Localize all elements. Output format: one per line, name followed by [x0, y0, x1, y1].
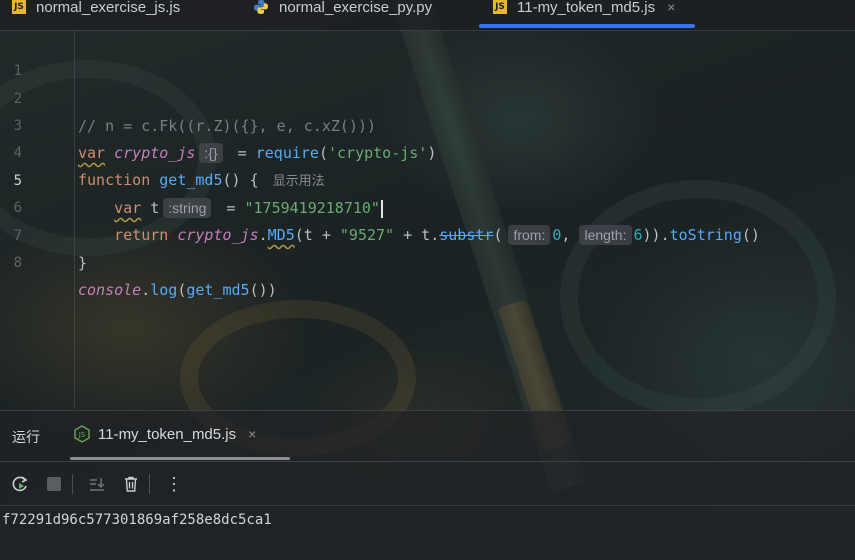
global-object: console [78, 281, 142, 299]
code-line: 6 return crypto_js.MD5(t + "9527" + t.su… [0, 168, 855, 245]
toolbar-separator [72, 474, 73, 494]
tab-normal-exercise-py[interactable]: normal_exercise_py.py [229, 0, 477, 20]
python-file-icon [254, 0, 268, 14]
svg-text:JS: JS [78, 431, 86, 439]
tab-label: normal_exercise_py.py [279, 0, 433, 16]
code-line-current: 5 var t:string = "1759419218710" [0, 141, 855, 218]
run-header: 运行 JS 11-my_token_md5.js × [0, 411, 855, 461]
code-line: 4 function get_md5() {显示用法 [0, 113, 855, 189]
divider [0, 461, 855, 462]
code-line: 1 [0, 31, 855, 79]
run-tool-window: 运行 JS 11-my_token_md5.js × ⋮ f72291d96c5… [0, 410, 855, 560]
code-token: } [78, 254, 88, 272]
line-number: 8 [13, 255, 22, 271]
run-tab-indicator [70, 457, 290, 460]
tab-11-my-token-md5[interactable]: JS 11-my_token_md5.js × [477, 0, 696, 28]
tab-label: 11-my_token_md5.js [517, 0, 656, 16]
run-tab[interactable]: JS 11-my_token_md5.js × [74, 425, 256, 443]
code-line: 8 console.log(get_md5()) [0, 223, 855, 299]
code-token: . [141, 281, 151, 299]
code-line: 7 } [0, 196, 855, 272]
code-line: 2 // n = c.Fk((r.Z)({}, e, c.xZ())) [0, 59, 855, 135]
function-call: get_md5 [186, 281, 250, 299]
toolbar-separator [149, 474, 150, 494]
stop-icon[interactable] [40, 470, 68, 498]
run-panel-title: 运行 [12, 430, 40, 446]
method-call: log [150, 281, 178, 299]
scroll-to-end-icon[interactable] [83, 470, 111, 498]
code-token: ()) [249, 281, 277, 299]
nodejs-icon: JS [74, 425, 90, 443]
tab-label: normal_exercise_js.js [36, 0, 181, 16]
run-toolbar: ⋮ [0, 469, 855, 499]
trash-icon[interactable] [117, 470, 145, 498]
editor-tab-bar: JS normal_exercise_js.js normal_exercise… [0, 0, 855, 31]
more-icon[interactable]: ⋮ [160, 470, 188, 498]
code-editor[interactable]: 1 2 // n = c.Fk((r.Z)({}, e, c.xZ())) 3 … [0, 31, 855, 409]
tab-normal-exercise-js[interactable]: JS normal_exercise_js.js [0, 0, 229, 20]
divider [0, 505, 855, 506]
js-file-icon: JS [12, 0, 26, 14]
rerun-icon[interactable] [6, 470, 34, 498]
close-icon[interactable]: × [248, 426, 256, 442]
js-file-icon: JS [493, 0, 507, 14]
close-icon[interactable]: × [667, 0, 675, 15]
code-line: 3 var crypto_js:{} = require('crypto-js'… [0, 86, 855, 163]
run-tab-label: 11-my_token_md5.js [98, 425, 237, 443]
console-output: f72291d96c577301869af258e8dc5ca1 [2, 512, 272, 528]
